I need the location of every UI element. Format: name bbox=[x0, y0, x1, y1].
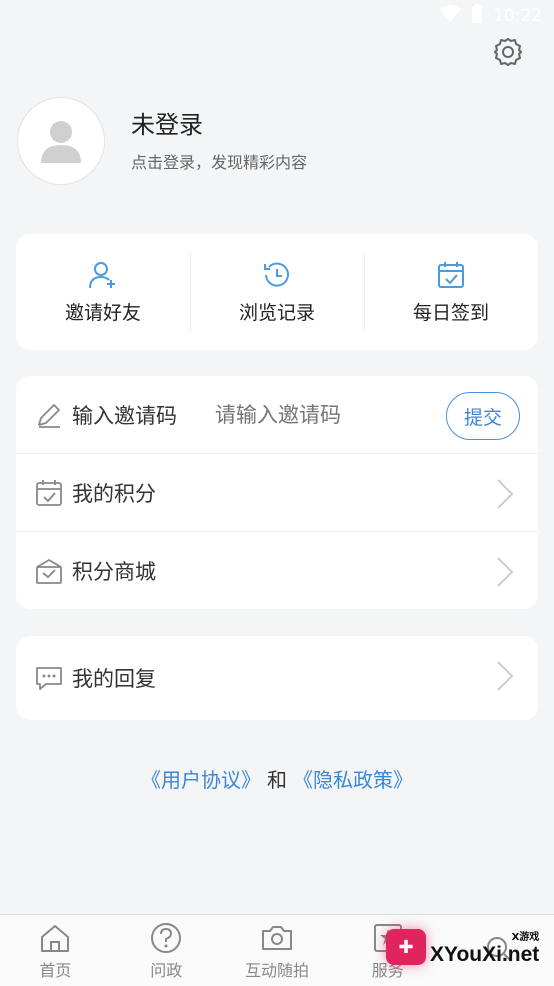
legal-conjunction: 和 bbox=[267, 768, 287, 792]
quick-actions-card: 邀请好友 浏览记录 每日签到 bbox=[16, 234, 538, 350]
my-replies-row[interactable]: 我的回复 bbox=[16, 636, 538, 720]
chat-bubble-icon bbox=[36, 667, 62, 690]
add-user-icon bbox=[89, 261, 115, 288]
tab-home[interactable]: 首页 bbox=[0, 915, 111, 986]
chevron-right-icon bbox=[497, 479, 514, 509]
status-time: 10:22 bbox=[493, 6, 542, 26]
invite-code-label: 输入邀请码 bbox=[72, 403, 177, 428]
browse-history-button[interactable]: 浏览记录 bbox=[190, 234, 364, 350]
points-menu-card: 输入邀请码 提交 我的积分 积分商城 bbox=[16, 376, 538, 609]
login-status-title: 未登录 bbox=[131, 111, 203, 139]
user-agreement-link[interactable]: 《用户协议》 bbox=[141, 768, 261, 792]
points-mall-row[interactable]: 积分商城 bbox=[16, 532, 538, 610]
question-icon bbox=[151, 922, 182, 953]
submit-invite-button[interactable]: 提交 bbox=[446, 392, 520, 440]
calendar-check-icon bbox=[438, 261, 464, 288]
chevron-right-icon bbox=[497, 661, 514, 691]
my-points-label: 我的积分 bbox=[72, 481, 156, 506]
login-hint: 点击登录，发现精彩内容 bbox=[131, 153, 308, 172]
tab-inquiry[interactable]: 问政 bbox=[111, 915, 222, 986]
watermark-domain: XYouXi.net bbox=[430, 942, 540, 966]
my-points-row[interactable]: 我的积分 bbox=[16, 454, 538, 532]
quick-action-label: 邀请好友 bbox=[64, 301, 141, 324]
gamepad-logo-icon: ✚ bbox=[386, 929, 426, 965]
wifi-icon bbox=[439, 4, 461, 28]
tab-label: 问政 bbox=[150, 960, 183, 980]
chevron-right-icon bbox=[497, 557, 514, 587]
points-mall-label: 积分商城 bbox=[72, 560, 156, 584]
invite-friends-button[interactable]: 邀请好友 bbox=[16, 234, 190, 350]
avatar[interactable] bbox=[17, 97, 105, 185]
home-icon bbox=[41, 924, 70, 952]
my-replies-label: 我的回复 bbox=[72, 667, 156, 691]
invite-code-row: 输入邀请码 提交 bbox=[16, 376, 538, 454]
quick-action-label: 每日签到 bbox=[412, 301, 489, 324]
tab-interactive-photo[interactable]: 互动随拍 bbox=[222, 915, 333, 986]
quick-action-label: 浏览记录 bbox=[238, 301, 315, 324]
settings-gear-icon[interactable] bbox=[492, 36, 524, 68]
privacy-policy-link[interactable]: 《隐私政策》 bbox=[293, 768, 413, 792]
legal-links: 《用户协议》和《隐私政策》 bbox=[0, 764, 554, 793]
battery-icon bbox=[471, 3, 483, 29]
status-bar: 10:22 bbox=[0, 0, 554, 32]
history-icon bbox=[264, 262, 289, 287]
invite-code-input[interactable] bbox=[215, 402, 395, 427]
tab-label: 首页 bbox=[39, 960, 72, 980]
gift-icon bbox=[36, 558, 62, 584]
points-calendar-icon bbox=[36, 479, 62, 506]
site-watermark: ✚ X游戏 XYouXi.net bbox=[386, 918, 546, 976]
tab-label: 互动随拍 bbox=[244, 960, 309, 980]
daily-checkin-button[interactable]: 每日签到 bbox=[364, 234, 538, 350]
default-avatar-icon bbox=[41, 121, 81, 163]
camera-icon bbox=[261, 925, 292, 950]
pencil-icon bbox=[38, 403, 60, 428]
my-replies-card: 我的回复 bbox=[16, 636, 538, 720]
login-profile-section[interactable]: 未登录 点击登录，发现精彩内容 bbox=[17, 96, 537, 186]
watermark-small-text: X游戏 bbox=[511, 931, 540, 943]
